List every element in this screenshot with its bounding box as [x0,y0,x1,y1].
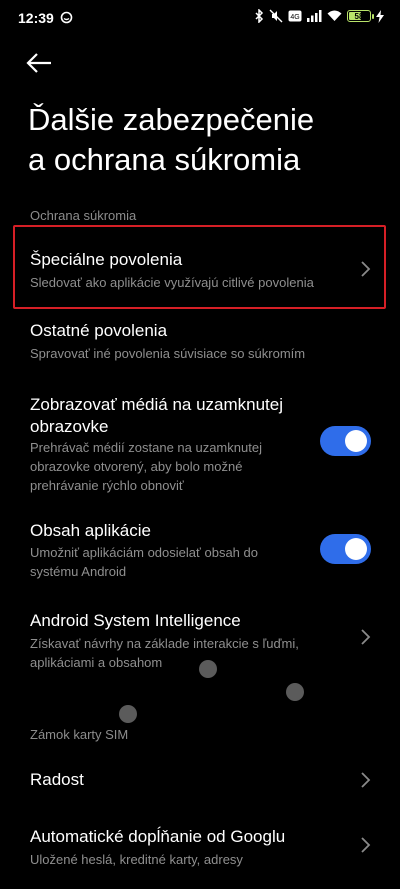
volte-icon: 4G [288,10,302,22]
touch-indicator [286,683,304,701]
item-title: Ostatné povolenia [30,321,168,340]
chevron-right-icon [361,261,371,277]
status-icons: 4G 58 [254,9,384,23]
settings-item-other-permissions[interactable]: Ostatné povolenia Spravovať iné povoleni… [0,316,400,370]
page-title-line2: a ochrana súkromia [28,142,301,177]
charging-icon [376,9,384,23]
svg-text:4G: 4G [290,14,299,21]
item-title: Špeciálne povolenia [30,250,183,269]
chevron-right-icon [361,772,371,788]
mute-icon [269,9,283,23]
item-subtitle-line2: aplikáciami a obsahom [30,655,163,670]
status-bar: 12:39 4G 58 [0,0,400,36]
bluetooth-icon [254,9,264,23]
item-subtitle-line1: Získavať návrhy na základe interakcie s … [30,636,299,651]
signal-icon [307,10,322,22]
section-header-privacy: Ochrana súkromia [30,208,137,223]
wifi-icon [327,10,342,22]
item-subtitle: Spravovať iné povolenia súvisiace so súk… [30,346,306,361]
item-subtitle: Sledovať ako aplikácie využívajú citlivé… [30,275,314,290]
settings-item-app-content[interactable]: Obsah aplikácie Umožniť aplikáciám odosi… [0,518,400,582]
app-content-toggle[interactable] [320,534,371,564]
settings-item-radost[interactable]: Radost [0,760,400,800]
item-subtitle-line1: Prehrávač médií zostane na uzamknutej [30,440,262,455]
settings-item-special-permissions[interactable]: Špeciálne povolenia Sledovať ako aplikác… [0,228,400,308]
item-title: Radost [30,770,84,789]
item-title-line2: obrazovke [30,417,109,436]
item-title-line1: Zobrazovať médiá na uzamknutej [30,395,284,414]
section-header-sim-lock: Zámok karty SIM [30,727,129,742]
touch-indicator [199,660,217,678]
page-title-line1: Ďalšie zabezpečenie [28,102,315,137]
toggle-knob [345,538,367,560]
back-button[interactable] [26,50,56,76]
item-title: Android System Intelligence [30,611,241,630]
settings-item-lockscreen-media[interactable]: Zobrazovať médiá na uzamknutej obrazovke… [0,390,400,494]
chevron-right-icon [361,629,371,645]
item-subtitle-line2: systému Android [30,564,127,579]
item-subtitle-line2: obrazovke otvorený, aby bolo možné [30,459,243,474]
battery-icon: 58 [347,10,374,22]
chevron-right-icon [361,837,371,853]
item-subtitle-line1: Umožniť aplikáciám odosielať obsah do [30,545,258,560]
page-title: Ďalšie zabezpečenie a ochrana súkromia [28,100,378,180]
item-title: Automatické dopĺňanie od Googlu [30,827,286,846]
item-title: Obsah aplikácie [30,521,151,540]
arrow-left-icon [26,53,51,73]
settings-item-google-autofill[interactable]: Automatické dopĺňanie od Googlu Uložené … [0,822,400,872]
notification-icon [60,11,73,29]
lockscreen-media-toggle[interactable] [320,426,371,456]
item-subtitle: Uložené heslá, kreditné karty, adresy [30,852,243,867]
item-subtitle-line3: prehrávanie rýchlo obnoviť [30,478,184,493]
status-time: 12:39 [18,10,54,26]
touch-indicator [119,705,137,723]
battery-percent: 58 [354,11,364,21]
toggle-knob [345,430,367,452]
